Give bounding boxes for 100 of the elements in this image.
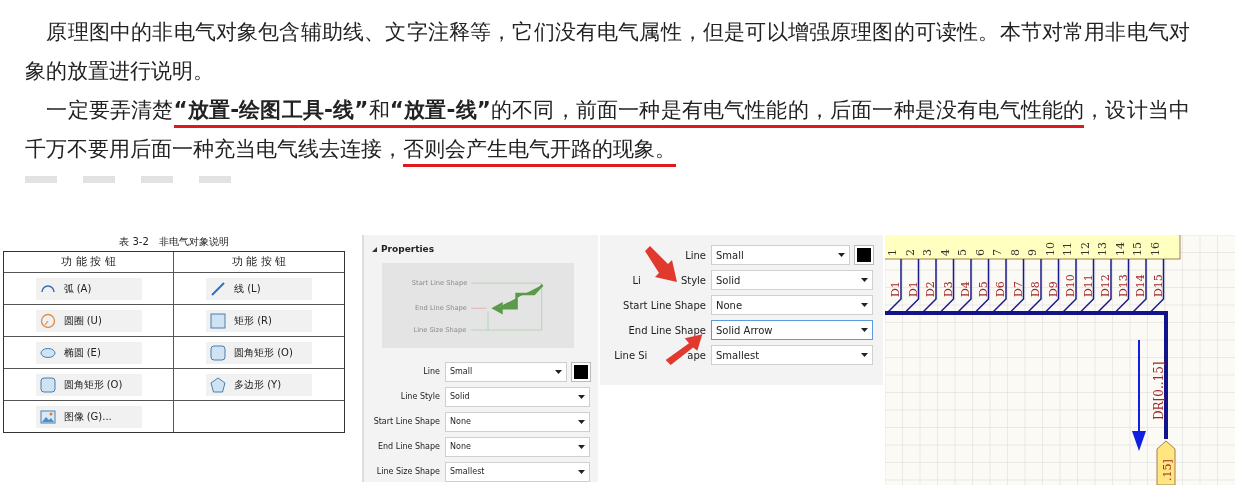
pin-wire bbox=[921, 258, 937, 314]
collapse-icon[interactable] bbox=[372, 247, 377, 253]
tool-button[interactable]: 多边形 (Y) bbox=[206, 373, 312, 396]
pointer-arrow-icon bbox=[645, 246, 677, 282]
pin-number: 1 bbox=[886, 249, 899, 256]
color-swatch[interactable] bbox=[572, 363, 590, 381]
dropdown[interactable]: Small bbox=[445, 362, 567, 382]
field-label: Start Line Shape bbox=[622, 298, 706, 313]
net-label: D8 bbox=[1029, 281, 1042, 297]
net-label: D12 bbox=[1099, 274, 1112, 297]
image-icon bbox=[39, 408, 56, 425]
net-label: D11 bbox=[1081, 274, 1095, 297]
field-label: Line Style bbox=[399, 391, 440, 403]
pin-number: 11 bbox=[1061, 242, 1074, 256]
pin-wire bbox=[903, 258, 920, 314]
pin-wire bbox=[1113, 258, 1130, 314]
dropdown-caret-icon bbox=[861, 328, 868, 332]
net-label: D2 bbox=[924, 281, 937, 297]
pin-wire bbox=[1131, 258, 1147, 314]
color-swatch[interactable] bbox=[855, 246, 873, 264]
net-label: D7 bbox=[1011, 281, 1025, 297]
dash-mark bbox=[141, 176, 173, 183]
square-icon bbox=[210, 312, 226, 329]
pin-number: 9 bbox=[1026, 249, 1039, 256]
field-label: Style bbox=[680, 273, 706, 288]
pin-wire bbox=[1008, 258, 1025, 314]
tool-button[interactable]: 矩形 (R) bbox=[206, 309, 312, 332]
dropdown-caret-icon bbox=[555, 370, 562, 374]
pin-wire bbox=[886, 258, 902, 314]
tool-button[interactable]: 圆圈 (U) bbox=[35, 309, 142, 332]
field-label: ape bbox=[687, 348, 706, 363]
pin-number: 8 bbox=[1008, 249, 1022, 256]
dropdown-caret-icon bbox=[838, 253, 845, 257]
port-shape bbox=[1156, 440, 1176, 485]
tool-button[interactable]: 线 (L) bbox=[206, 277, 312, 300]
dropdown[interactable]: Solid bbox=[711, 270, 873, 290]
paragraph: 一定要弄清楚“放置-绘图工具-线”和“放置-线”的不同，前面一种是有电气性能的，后面一种是没有电气性能的，设计当中千万不要用后面一种充当电气线去连接，否则会产生电气开路的现象。 bbox=[25, 90, 1190, 168]
net-label: D15 bbox=[1151, 274, 1165, 297]
dropdown[interactable]: Smallest bbox=[445, 462, 590, 482]
dropdown-caret-icon bbox=[578, 445, 585, 449]
pin-wire bbox=[1026, 258, 1042, 314]
pin-number: 16 bbox=[1148, 242, 1162, 256]
net-label: D13 bbox=[1116, 274, 1130, 297]
pentagon-icon bbox=[210, 376, 226, 393]
tool-button[interactable]: 圆角矩形 (O) bbox=[206, 341, 312, 364]
dropdown-caret-icon bbox=[578, 470, 585, 474]
field-label: Line bbox=[684, 248, 706, 263]
rounded-square-icon bbox=[210, 344, 226, 361]
tool-button[interactable]: 图像 (G)... bbox=[35, 405, 142, 428]
field-label: Start Line Shape bbox=[372, 416, 440, 428]
dropdown[interactable]: Solid Arrow bbox=[711, 320, 873, 340]
pin-wire bbox=[938, 258, 955, 314]
line-icon bbox=[210, 280, 226, 297]
dash-mark bbox=[25, 176, 57, 183]
net-label: D3 bbox=[941, 281, 955, 297]
pin-number: 3 bbox=[921, 249, 934, 256]
dropdown[interactable]: Small bbox=[711, 245, 850, 265]
rounded-square-icon bbox=[39, 376, 56, 393]
pin-wire bbox=[956, 258, 972, 314]
pin-number: 2 bbox=[903, 249, 917, 256]
net-label: D9 bbox=[1046, 281, 1060, 297]
dropdown[interactable]: Smallest bbox=[711, 345, 873, 365]
dropdown[interactable]: None bbox=[445, 412, 590, 432]
port-label: .15] bbox=[1161, 459, 1174, 481]
net-label: D1 bbox=[889, 281, 902, 297]
field-label: Line Si bbox=[614, 348, 648, 363]
net-label: D1 bbox=[906, 281, 920, 297]
field-label: End Line Shape bbox=[627, 323, 706, 338]
dropdown-caret-icon bbox=[861, 353, 868, 357]
pin-number: 15 bbox=[1131, 242, 1144, 256]
field-label: Line bbox=[422, 366, 440, 378]
tool-button[interactable]: 椭圆 (E) bbox=[35, 341, 142, 364]
dropdown[interactable]: None bbox=[711, 295, 873, 315]
pin-number: 10 bbox=[1043, 242, 1057, 256]
field-label: Li bbox=[632, 273, 641, 288]
column-header: 功 能 按 钮 bbox=[230, 254, 288, 270]
arc-icon bbox=[39, 284, 56, 293]
dropdown[interactable]: Solid bbox=[445, 387, 590, 407]
pin-wire bbox=[1043, 258, 1060, 314]
dropdown-caret-icon bbox=[861, 303, 868, 307]
paragraph: 原理图中的非电气对象包含辅助线、文字注释等，它们没有电气属性，但是可以增强原理图的可读性。本节对常用非电气对象的放置进行说明。 bbox=[25, 18, 1190, 85]
net-label: D14 bbox=[1134, 274, 1147, 297]
tool-button[interactable]: 弧 (A) bbox=[35, 277, 142, 300]
column-header: 功 能 按 钮 bbox=[4, 252, 174, 272]
pin-wire bbox=[1148, 258, 1165, 314]
table-caption: 表 3-2 非电气对象说明 bbox=[118, 235, 230, 249]
field-label: Line Size Shape bbox=[375, 466, 440, 478]
pin-number: 7 bbox=[991, 249, 1004, 256]
dropdown-caret-icon bbox=[861, 278, 868, 282]
step-arrow-drawing bbox=[491, 283, 544, 314]
circle-icon bbox=[39, 312, 56, 329]
pin-wire bbox=[1078, 258, 1095, 314]
net-label: D5 bbox=[976, 281, 990, 297]
pin-wire bbox=[1061, 258, 1077, 314]
panel-title: Properties bbox=[381, 243, 435, 256]
net-label: D4 bbox=[959, 281, 972, 297]
pin-number: 13 bbox=[1096, 242, 1109, 256]
dropdown[interactable]: None bbox=[445, 437, 590, 457]
tool-button[interactable]: 圆角矩形 (O) bbox=[35, 373, 142, 396]
field-label: End Line Shape bbox=[377, 441, 440, 453]
